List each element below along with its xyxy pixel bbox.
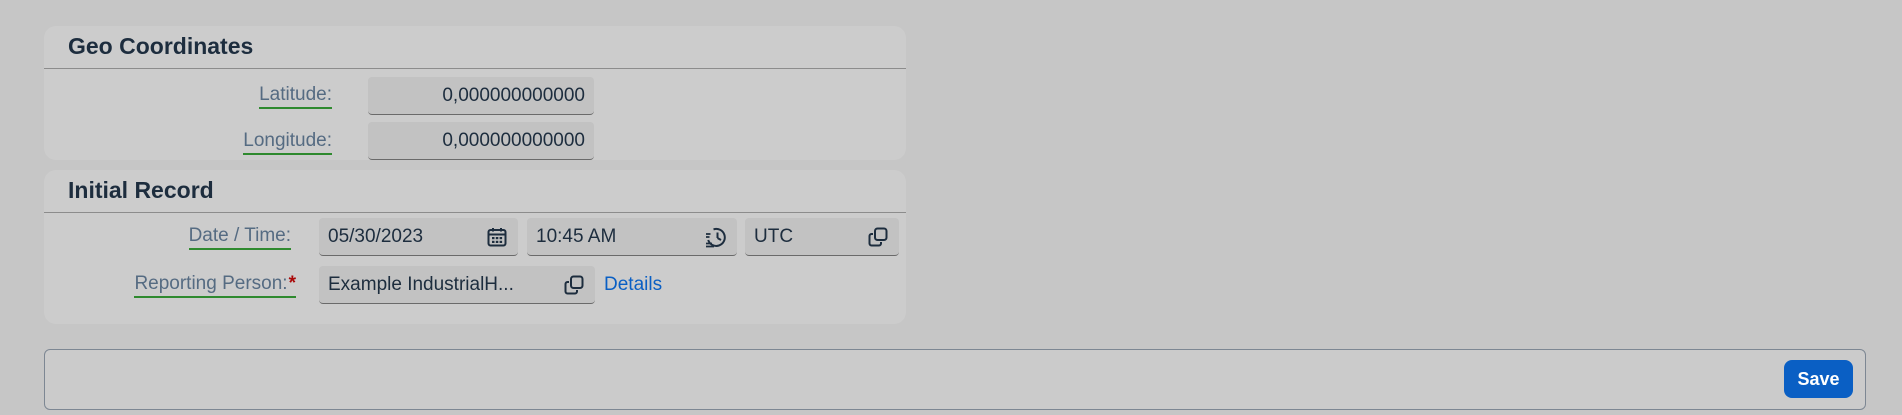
- value-help-icon[interactable]: [867, 226, 889, 248]
- required-marker: *: [288, 273, 296, 294]
- datetime-label: Date / Time:: [188, 225, 291, 250]
- longitude-field[interactable]: 0,000000000000: [368, 122, 594, 160]
- latitude-value: 0,000000000000: [442, 85, 585, 106]
- longitude-label: Longitude:: [243, 130, 332, 155]
- calendar-icon[interactable]: [486, 226, 508, 248]
- initial-record-divider: [44, 212, 906, 213]
- initial-record-title: Initial Record: [68, 177, 214, 203]
- reporting-person-label-text: Reporting Person:: [134, 273, 288, 294]
- time-value: 10:45 AM: [536, 226, 617, 247]
- details-link[interactable]: Details: [604, 274, 662, 296]
- geo-coordinates-divider: [44, 68, 906, 69]
- save-button[interactable]: Save: [1784, 360, 1853, 398]
- latitude-field[interactable]: 0,000000000000: [368, 77, 594, 115]
- longitude-value: 0,000000000000: [442, 130, 585, 151]
- footer-toolbar: Save: [44, 349, 1866, 410]
- value-help-icon[interactable]: [563, 274, 585, 296]
- latitude-label: Latitude:: [259, 84, 332, 109]
- time-field[interactable]: 10:45 AM: [527, 218, 737, 256]
- date-field[interactable]: 05/30/2023: [319, 218, 518, 256]
- timezone-field[interactable]: UTC: [745, 218, 899, 256]
- geo-coordinates-panel: Geo Coordinates Latitude: 0,000000000000…: [44, 26, 906, 160]
- initial-record-panel: Initial Record Date / Time: 05/30/2023 1…: [44, 170, 906, 324]
- timezone-value: UTC: [754, 226, 794, 247]
- reporting-person-field[interactable]: Example IndustrialH...: [319, 266, 595, 304]
- reporting-person-value: Example IndustrialH...: [328, 274, 514, 295]
- history-clock-icon[interactable]: [705, 226, 727, 248]
- reporting-person-label: Reporting Person:*: [134, 273, 296, 298]
- date-value: 05/30/2023: [328, 226, 424, 247]
- geo-coordinates-title: Geo Coordinates: [68, 33, 254, 59]
